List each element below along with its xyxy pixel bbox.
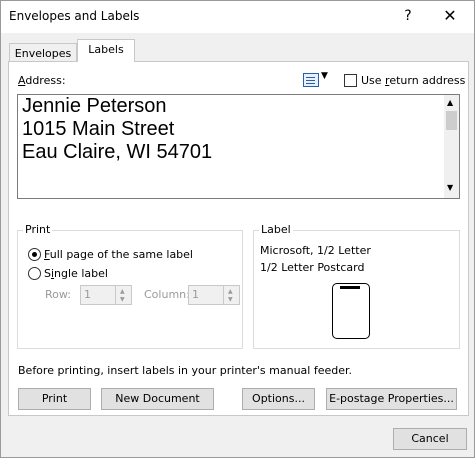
row-stepper[interactable]: 1 ▲ ▼ xyxy=(80,285,132,305)
single-label-radio[interactable] xyxy=(28,267,41,280)
label-group-title: Label xyxy=(259,223,293,236)
column-value: 1 xyxy=(192,288,199,301)
scroll-down-icon[interactable]: ▼ xyxy=(447,183,453,192)
epostage-properties-button[interactable]: E-postage Properties... xyxy=(326,388,457,410)
address-label-text: ddress: xyxy=(25,74,66,87)
label-group[interactable]: Label Microsoft, 1/2 Letter 1/2 Letter P… xyxy=(253,223,460,349)
label-preview-top xyxy=(340,286,360,289)
print-group: Print Full page of the same label Single… xyxy=(17,223,243,349)
tab-envelopes[interactable]: Envelopes xyxy=(9,43,77,62)
full-page-radio[interactable] xyxy=(28,248,41,261)
address-textarea[interactable]: Jennie Peterson 1015 Main Street Eau Cla… xyxy=(17,94,460,199)
close-button[interactable]: ✕ xyxy=(437,5,463,27)
column-stepper[interactable]: 1 ▲ ▼ xyxy=(188,285,240,305)
address-value: Jennie Peterson 1015 Main Street Eau Cla… xyxy=(22,95,213,163)
single-label-label[interactable]: Single label xyxy=(44,267,108,280)
row-spin-buttons[interactable]: ▲ ▼ xyxy=(115,286,131,304)
envelopes-labels-dialog: Envelopes and Labels ? ✕ Envelopes Label… xyxy=(0,0,475,458)
printer-note: Before printing, insert labels in your p… xyxy=(18,364,353,377)
cancel-button[interactable]: Cancel xyxy=(393,428,467,450)
label-vendor: Microsoft, 1/2 Letter xyxy=(260,244,371,257)
labels-panel: Address: ▼ Use return address Jennie Pet… xyxy=(8,61,469,416)
address-label: Address: xyxy=(18,74,66,87)
options-button[interactable]: Options... xyxy=(242,388,315,410)
address-scrollbar[interactable]: ▲ ▼ xyxy=(444,95,459,198)
label-product: 1/2 Letter Postcard xyxy=(260,261,365,274)
use-return-address-checkbox[interactable] xyxy=(344,74,357,87)
chevron-down-icon[interactable]: ▼ xyxy=(321,71,328,81)
help-button[interactable]: ? xyxy=(397,5,419,27)
row-value: 1 xyxy=(84,288,91,301)
scroll-up-icon[interactable]: ▲ xyxy=(447,98,453,107)
column-label: Column: xyxy=(144,288,190,301)
title-bar: Envelopes and Labels ? ✕ xyxy=(1,1,474,33)
new-document-button[interactable]: New Document xyxy=(101,388,214,410)
address-book-icon[interactable] xyxy=(303,73,319,87)
column-spin-buttons[interactable]: ▲ ▼ xyxy=(223,286,239,304)
print-group-title: Print xyxy=(23,223,53,236)
full-page-label[interactable]: Full page of the same label xyxy=(44,248,193,261)
use-return-address-label[interactable]: Use return address xyxy=(361,74,465,87)
scroll-thumb[interactable] xyxy=(446,111,457,130)
row-label: Row: xyxy=(45,288,71,301)
tab-labels[interactable]: Labels xyxy=(77,39,135,62)
dialog-title: Envelopes and Labels xyxy=(9,9,140,23)
print-button[interactable]: Print xyxy=(18,388,91,410)
label-preview-icon xyxy=(332,283,370,339)
